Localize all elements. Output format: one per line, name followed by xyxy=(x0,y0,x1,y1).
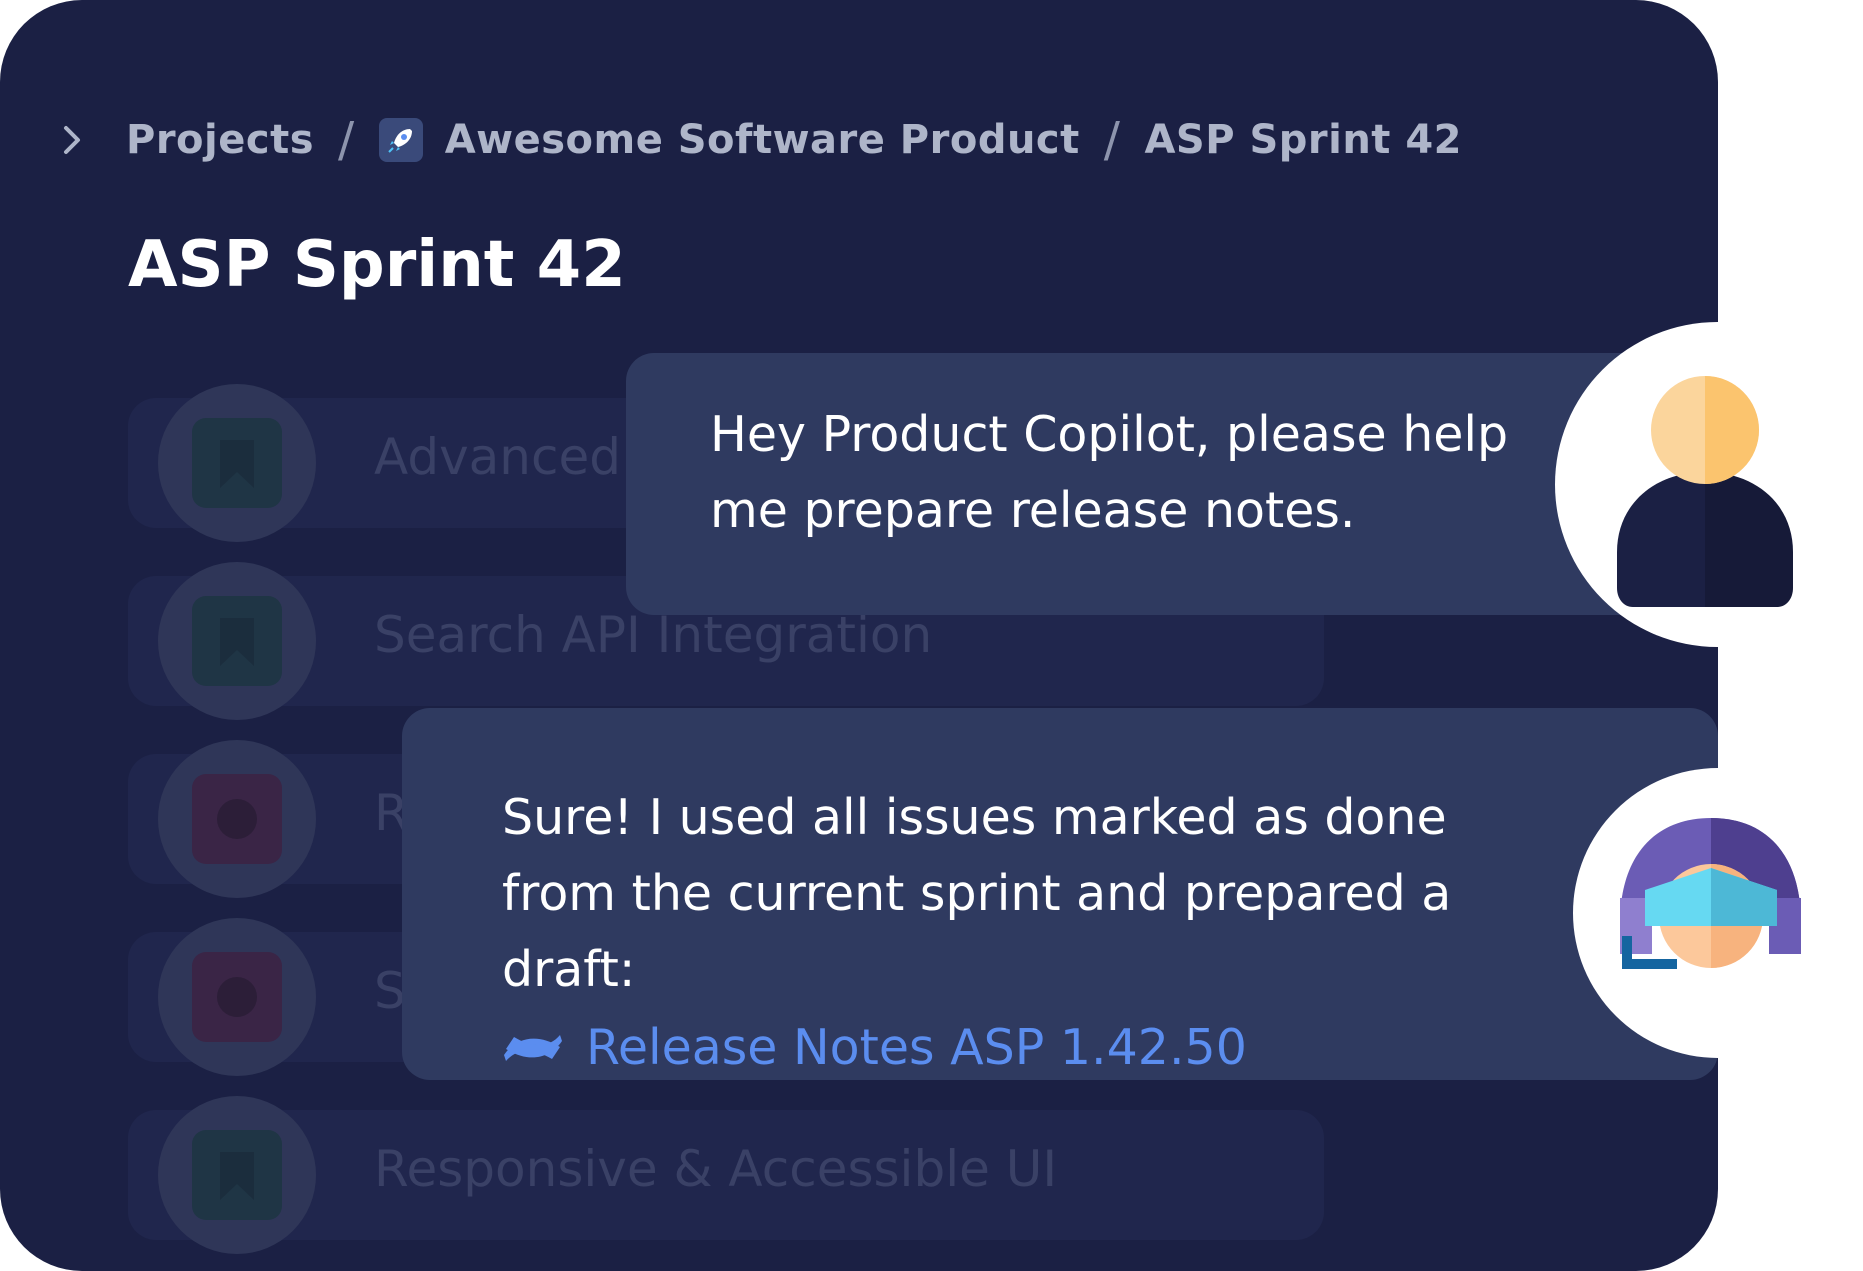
page-title: ASP Sprint 42 xyxy=(128,228,626,302)
issue-avatar xyxy=(158,740,316,898)
user-message-text: Hey Product Copilot, please help me prep… xyxy=(710,406,1509,539)
issue-title: S xyxy=(374,962,406,1020)
issue-row[interactable]: Responsive & Accessible UI xyxy=(128,1096,1324,1254)
issue-title: Advanced xyxy=(374,428,621,486)
bot-message-bubble: Sure! I used all issues marked as done f… xyxy=(402,708,1718,1080)
release-notes-link-text[interactable]: Release Notes ASP 1.42.50 xyxy=(586,1010,1247,1086)
bookmark-icon xyxy=(192,596,282,686)
breadcrumb-project[interactable]: Awesome Software Product xyxy=(445,117,1080,163)
release-notes-link[interactable]: Release Notes ASP 1.42.50 xyxy=(502,1010,1562,1086)
bot-message-text: Sure! I used all issues marked as done f… xyxy=(502,789,1452,998)
bot-message-body: Sure! I used all issues marked as done f… xyxy=(502,780,1562,1086)
bookmark-icon xyxy=(192,418,282,508)
issue-avatar xyxy=(158,562,316,720)
issue-title: Responsive & Accessible UI xyxy=(374,1140,1058,1198)
bug-icon xyxy=(192,952,282,1042)
breadcrumb-projects[interactable]: Projects xyxy=(126,117,314,163)
rocket-icon xyxy=(378,118,423,162)
breadcrumb-separator: / xyxy=(1103,112,1121,168)
breadcrumb-separator: / xyxy=(338,112,355,168)
issue-avatar xyxy=(158,1096,316,1254)
breadcrumb-sprint[interactable]: ASP Sprint 42 xyxy=(1144,117,1462,163)
chevron-right-icon[interactable] xyxy=(60,120,96,160)
confluence-icon xyxy=(502,1017,564,1079)
issue-avatar xyxy=(158,384,316,542)
issue-avatar xyxy=(158,918,316,1076)
breadcrumb: Projects / Awesome Software Product / AS… xyxy=(60,112,1462,168)
user-avatar xyxy=(1555,322,1863,647)
bot-avatar xyxy=(1573,768,1863,1058)
bug-icon xyxy=(192,774,282,864)
bookmark-icon xyxy=(192,1130,282,1220)
